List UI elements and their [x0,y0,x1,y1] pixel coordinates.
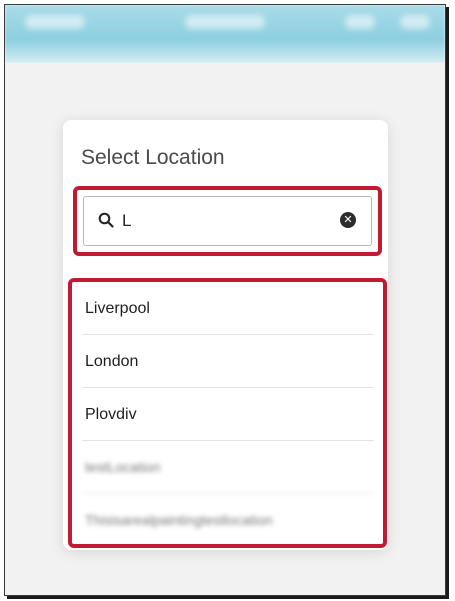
search-input-value: L [122,211,132,230]
search-highlight-box: L ✕ [73,186,382,256]
result-item-london[interactable]: London [82,335,374,388]
clear-icon[interactable]: ✕ [340,212,356,228]
dialog-title: Select Location [81,146,225,169]
select-location-dialog: Select Location L ✕ Liverpool London Plo… [63,120,388,550]
search-icon [98,212,114,228]
result-item-blurred-1[interactable]: testLocation [82,441,374,494]
result-item-blurred-2[interactable]: Thisisarealpaintingtestlocation [82,494,374,547]
result-item-plovdiv[interactable]: Plovdiv [82,388,374,441]
results-list: Liverpool London Plovdiv testLocation Th… [82,282,374,544]
top-banner [5,5,445,63]
search-input[interactable]: L ✕ [83,196,372,246]
results-highlight-box: Liverpool London Plovdiv testLocation Th… [68,278,387,548]
result-item-liverpool[interactable]: Liverpool [82,282,374,335]
app-window: Select Location L ✕ Liverpool London Plo… [4,4,446,596]
